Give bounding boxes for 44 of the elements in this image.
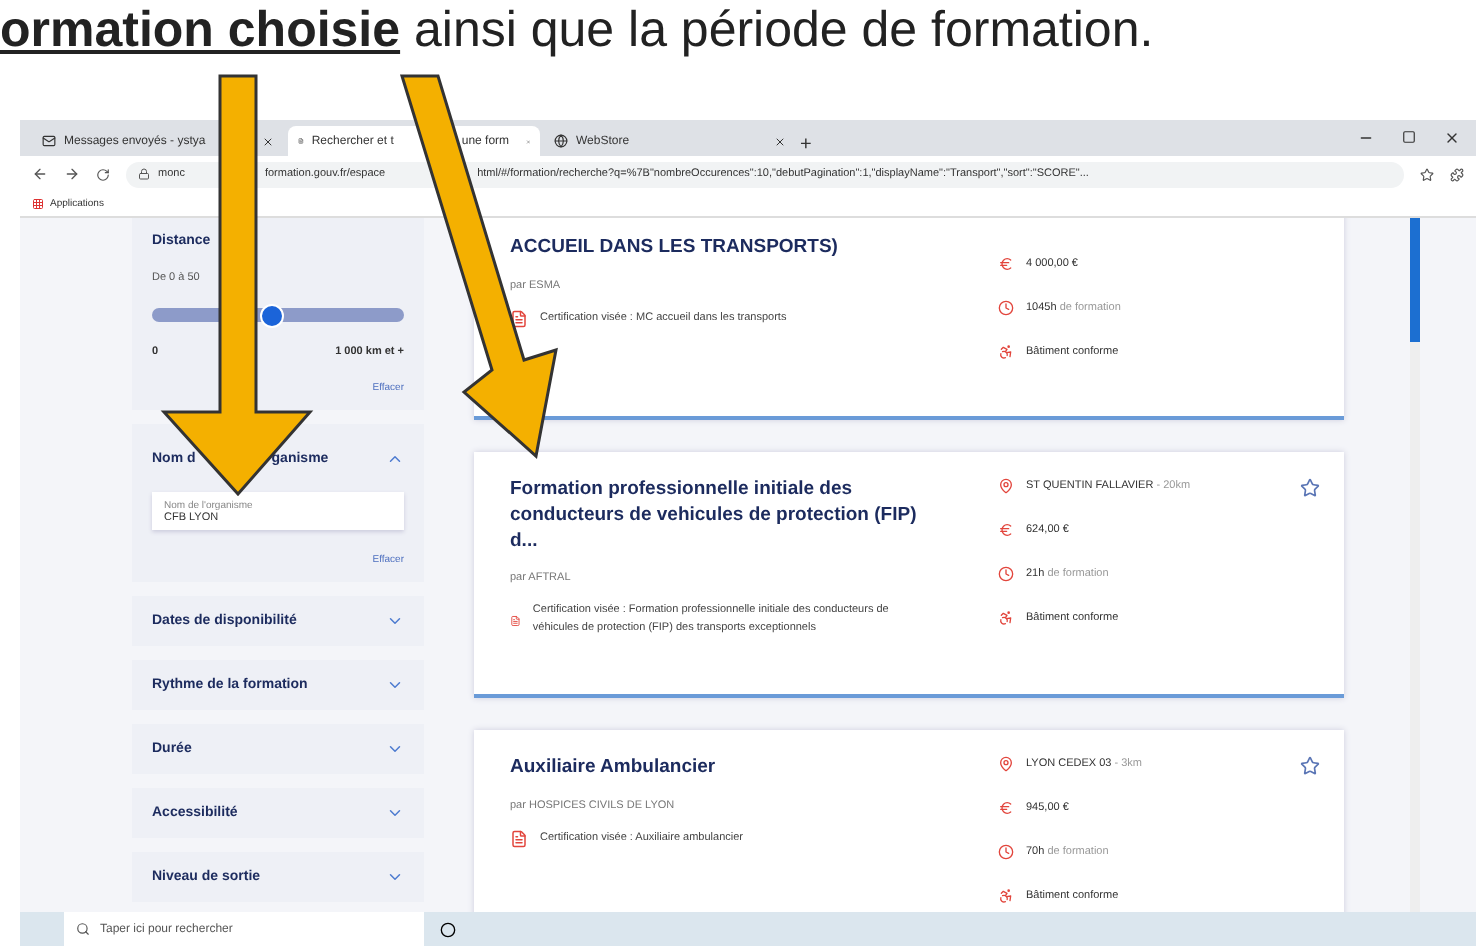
accessibility-icon [998,888,1014,905]
close-icon[interactable] [774,135,786,147]
star-icon[interactable] [1300,478,1320,498]
reload-icon[interactable] [96,167,110,181]
tab-favicon [42,134,56,148]
star-icon[interactable] [1420,167,1434,181]
chevron-down-icon[interactable] [386,612,404,630]
euro-icon [998,800,1014,817]
slider-thumb[interactable] [260,304,285,328]
result-title[interactable]: Auxiliaire Ambulancier [510,756,920,782]
map-pin-icon [998,478,1014,494]
close-icon[interactable] [262,135,274,147]
search-icon [76,922,90,936]
clock-icon [998,844,1014,861]
apps-icon [32,198,44,210]
accessibility-icon [998,344,1014,360]
accessibility-icon [998,610,1014,626]
certificate-icon [510,611,521,630]
lock-icon [138,168,150,180]
certificate-icon [510,309,528,328]
cortana-icon[interactable] [440,921,456,937]
result-title[interactable]: ACCUEIL DANS LES TRANSPORTS) [510,236,920,262]
chevron-down-icon[interactable] [386,804,404,822]
tab-favicon [298,134,304,148]
clock-icon [998,566,1014,582]
forward-icon[interactable] [64,166,80,182]
back-icon[interactable] [32,166,48,182]
euro-icon [998,256,1014,272]
chevron-down-icon[interactable] [386,868,404,886]
result-title[interactable]: Formation professionnelle initiale des conducteurs de vehicules de protection (FIP) d... [510,478,920,555]
map-pin-icon [998,756,1014,773]
certificate-icon [510,829,528,848]
maximize-icon[interactable] [1402,130,1416,144]
euro-icon [998,522,1014,538]
caption-text: ormation choisie ainsi que la période de formation. [0,0,1156,62]
chevron-up-icon[interactable] [386,450,404,468]
close-icon[interactable] [1444,130,1460,146]
new-tab-button[interactable]: + [800,134,812,156]
chevron-down-icon[interactable] [386,740,404,758]
clock-icon [998,300,1014,316]
extensions-icon[interactable] [1450,167,1464,181]
chevron-down-icon[interactable] [386,676,404,694]
tab-favicon [554,134,568,148]
star-icon[interactable] [1300,756,1320,777]
